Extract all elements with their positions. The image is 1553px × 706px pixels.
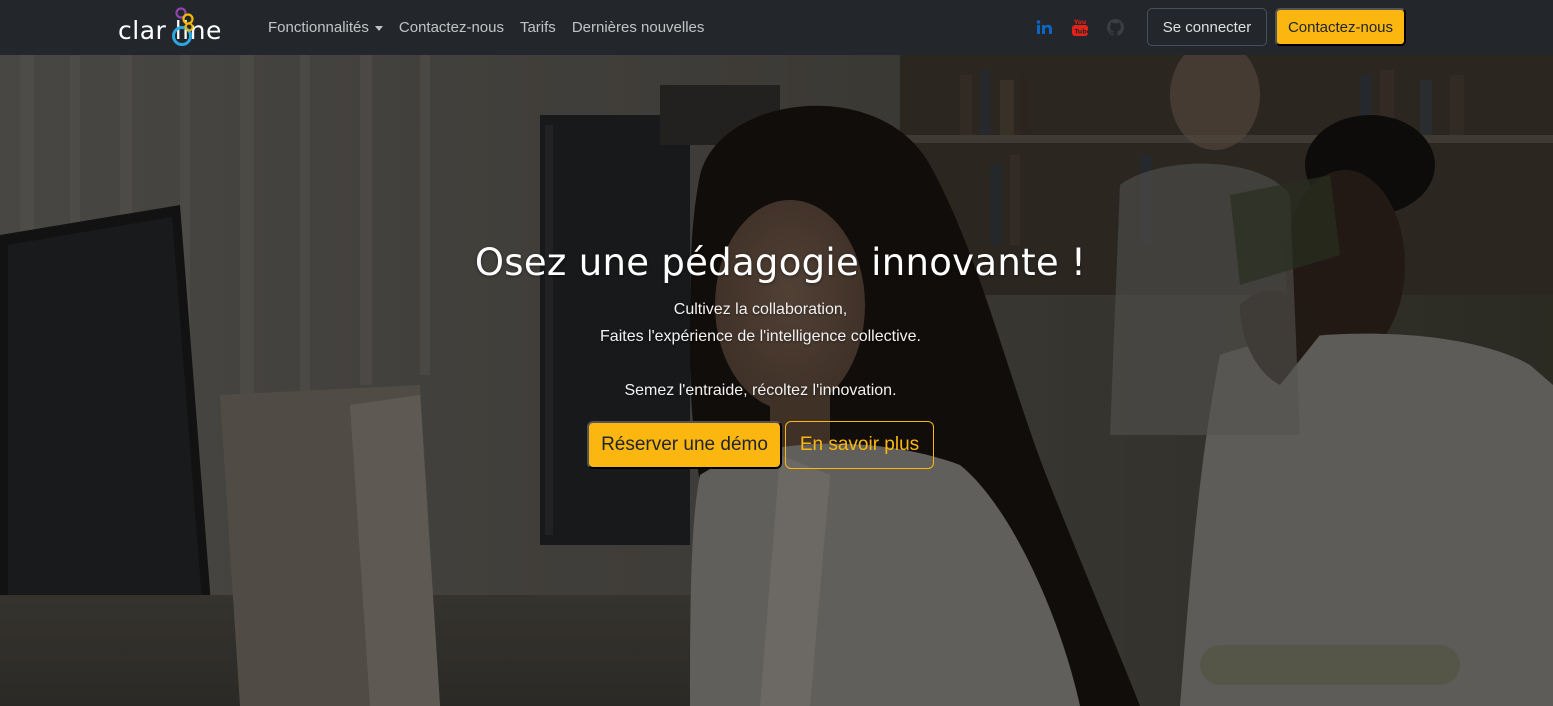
linkedin-icon[interactable]: [1035, 16, 1053, 38]
caret-down-icon: [374, 26, 383, 31]
hero-line-1: Cultivez la collaboration,: [673, 301, 848, 318]
youtube-icon[interactable]: You Tube: [1071, 16, 1089, 38]
logo-rings-icon: [172, 7, 194, 46]
hero-content: Osez une pédagogie innovante ! Cultivez …: [0, 55, 1553, 706]
svg-text:You: You: [1073, 19, 1086, 26]
nav-item-contact[interactable]: Contactez-nous: [399, 19, 504, 36]
hero-line-3: Semez l'entraide, récoltez l'innovation.: [624, 382, 897, 399]
github-icon[interactable]: [1106, 16, 1124, 38]
nav-item-tarifs[interactable]: Tarifs: [520, 19, 556, 36]
svg-text:Tube: Tube: [1075, 29, 1089, 36]
nav-item-news[interactable]: Dernières nouvelles: [572, 19, 705, 36]
hero-title: Osez une pédagogie innovante !: [474, 241, 1087, 284]
logo-text: clar line: [118, 16, 222, 45]
login-button[interactable]: Se connecter: [1147, 8, 1267, 46]
nav-item-label: Fonctionnalités: [268, 19, 369, 36]
nav-item-label: Contactez-nous: [398, 19, 504, 36]
main-nav: Fonctionnalités Contactez-nous Tarifs De…: [268, 0, 720, 55]
nav-item-label: Dernières nouvelles: [571, 19, 705, 36]
hero-section: Osez une pédagogie innovante ! Cultivez …: [0, 55, 1553, 706]
book-demo-button[interactable]: Réserver une démo: [587, 421, 782, 469]
learn-more-button[interactable]: En savoir plus: [785, 421, 934, 469]
claroline-logo[interactable]: clar line: [118, 6, 236, 48]
nav-item-fonctionnalites[interactable]: Fonctionnalités: [268, 19, 383, 36]
contact-button[interactable]: Contactez-nous: [1275, 8, 1406, 46]
top-navbar: clar line Fonctionnalités Contactez-nous…: [0, 0, 1553, 55]
hero-line-2: Faites l'expérience de l'intelligence co…: [600, 328, 921, 345]
nav-item-label: Tarifs: [519, 19, 556, 36]
